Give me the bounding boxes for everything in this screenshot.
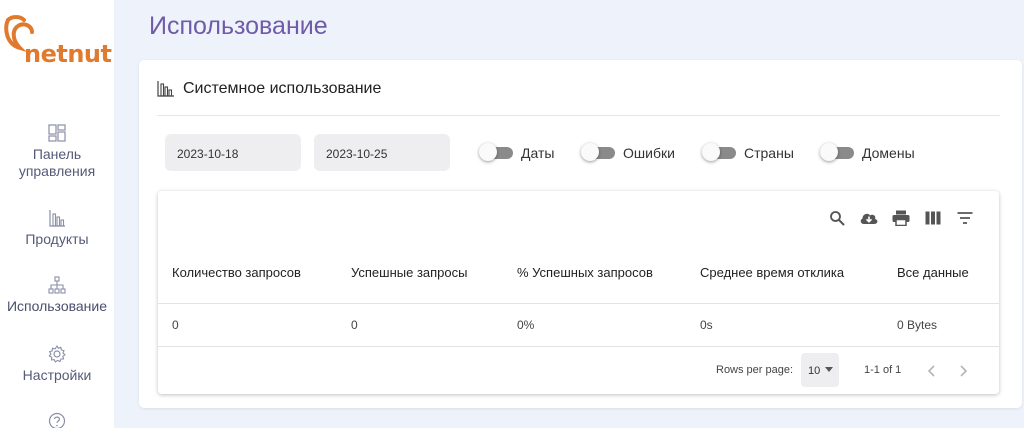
divider <box>157 115 1000 116</box>
sidebar-item-usage[interactable]: Использование <box>0 276 114 315</box>
sidebar-item-dashboard[interactable]: Панель управления <box>0 124 114 180</box>
chevron-left-icon[interactable] <box>924 363 940 379</box>
search-button[interactable] <box>826 207 848 229</box>
filter-icon <box>957 212 973 224</box>
sidebar-item-products[interactable]: Продукты <box>0 209 114 248</box>
card-title: Системное использование <box>183 80 382 97</box>
rows-per-page-select[interactable]: 10 <box>801 353 839 387</box>
toggle-switch[interactable] <box>820 143 854 161</box>
toggle-dates[interactable]: Даты <box>479 143 555 161</box>
toggle-label: Даты <box>521 145 555 161</box>
table-cell: 0% <box>517 318 535 332</box>
sidebar-item-settings[interactable]: Настройки <box>0 345 114 384</box>
table-cell: 0 Bytes <box>897 318 938 332</box>
toggle-label: Ошибки <box>623 145 675 161</box>
column-header[interactable]: Количество запросов <box>172 265 301 280</box>
toggle-label: Домены <box>862 145 915 161</box>
usage-card: Системное использование 2023-10-18 2023-… <box>139 60 1022 408</box>
bar-chart-icon <box>49 210 65 227</box>
chevron-right-icon[interactable] <box>955 363 971 379</box>
sitemap-icon <box>48 276 66 294</box>
print-button[interactable] <box>890 207 912 229</box>
columns-icon <box>925 211 941 225</box>
logo-text: netnut <box>24 40 112 68</box>
columns-button[interactable] <box>922 207 944 229</box>
download-icon <box>860 213 878 224</box>
page-title: Использование <box>149 12 328 40</box>
sidebar-item-label: Продукты <box>25 231 89 247</box>
filter-button[interactable] <box>954 207 976 229</box>
sidebar-item-label: Настройки <box>22 367 92 383</box>
toggle-errors[interactable]: Ошибки <box>581 143 675 161</box>
netnut-logo[interactable]: netnut <box>2 14 112 68</box>
toggle-switch[interactable] <box>479 143 513 161</box>
table-cell: 0s <box>700 318 713 332</box>
gear-icon <box>48 345 66 363</box>
toggle-switch[interactable] <box>702 143 736 161</box>
header-divider <box>158 303 999 304</box>
column-header[interactable]: Все данные <box>897 265 969 280</box>
date-to-field[interactable]: 2023-10-25 <box>314 134 450 171</box>
toggle-domains[interactable]: Домены <box>820 143 915 161</box>
toggle-countries[interactable]: Страны <box>702 143 794 161</box>
help-icon <box>48 412 66 428</box>
caret-down-icon <box>825 367 833 372</box>
usage-table: Количество запросов Успешные запросы % У… <box>158 191 999 394</box>
sidebar-item-label: Панель управления <box>18 146 96 179</box>
column-header[interactable]: Среднее время отклика <box>700 265 844 280</box>
date-from-field[interactable]: 2023-10-18 <box>165 134 301 171</box>
bar-chart-icon <box>157 81 174 97</box>
table-cell: 0 <box>351 318 358 332</box>
pagination-range: 1-1 of 1 <box>864 364 902 376</box>
row-divider <box>158 346 999 347</box>
column-header[interactable]: Успешные запросы <box>351 265 468 280</box>
rows-per-page-label: Rows per page: <box>716 364 794 376</box>
print-icon <box>892 210 910 226</box>
table-cell: 0 <box>172 318 179 332</box>
sidebar: netnut Панель управления Продукты Исполь… <box>0 0 114 428</box>
toggle-label: Страны <box>744 145 794 161</box>
toggle-switch[interactable] <box>581 143 615 161</box>
dashboard-icon <box>48 124 66 142</box>
download-button[interactable] <box>858 207 880 229</box>
sidebar-item-help[interactable] <box>0 412 114 428</box>
search-icon <box>830 211 845 226</box>
column-header[interactable]: % Успешных запросов <box>517 265 653 280</box>
card-header: Системное использование <box>157 78 381 100</box>
sidebar-item-label: Использование <box>6 298 108 314</box>
